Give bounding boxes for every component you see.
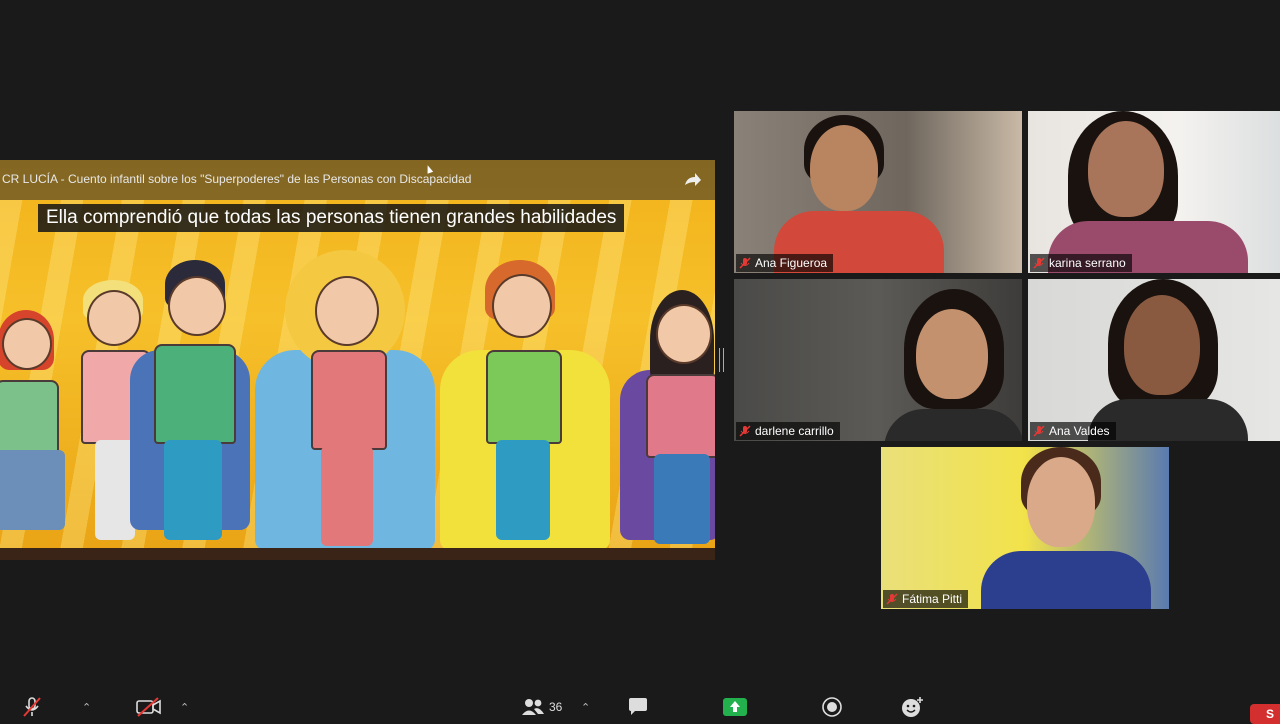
- participants-icon: [522, 699, 544, 715]
- video-off-icon: [136, 697, 161, 717]
- video-title: CR LUCÍA - Cuento infantil sobre los "Su…: [2, 172, 472, 186]
- participant-tile[interactable]: darlene carrillo: [734, 279, 1022, 441]
- illustration-kid-3: [130, 260, 250, 560]
- video-options-caret[interactable]: ⌃: [180, 696, 189, 718]
- participant-tile[interactable]: Fátima Pitti: [881, 447, 1169, 609]
- participant-name-tag: Ana Valdes: [1030, 422, 1116, 440]
- video-title-bar: CR LUCÍA - Cuento infantil sobre los "Su…: [0, 160, 715, 200]
- mute-button[interactable]: [22, 696, 42, 718]
- participant-name: Fátima Pitti: [902, 592, 963, 606]
- shared-screen: CR LUCÍA - Cuento infantil sobre los "Su…: [0, 160, 715, 560]
- reactions-icon: [902, 697, 923, 717]
- start-video-button[interactable]: [136, 696, 162, 718]
- stage-floor: [0, 548, 715, 560]
- participant-name-tag: karina serrano: [1030, 254, 1132, 272]
- illustration-kid-1: [0, 310, 70, 560]
- participant-name-tag: Fátima Pitti: [883, 590, 969, 608]
- mic-muted-icon: [1033, 425, 1045, 437]
- participant-name: karina serrano: [1049, 256, 1126, 270]
- record-icon: [822, 697, 842, 717]
- illustration-kid-6: [620, 290, 715, 560]
- participants-button[interactable]: 36: [521, 696, 562, 718]
- mic-muted-icon: [739, 425, 751, 437]
- participant-name: Ana Figueroa: [755, 256, 828, 270]
- record-button[interactable]: [821, 696, 843, 718]
- share-screen-button[interactable]: [722, 696, 748, 718]
- resize-handle[interactable]: [719, 348, 724, 372]
- participant-count: 36: [549, 700, 563, 714]
- participant-name-tag: darlene carrillo: [736, 422, 840, 440]
- reactions-button[interactable]: [901, 696, 925, 718]
- participant-tile[interactable]: Ana Figueroa: [734, 111, 1022, 273]
- participant-tile[interactable]: karina serrano: [1028, 111, 1280, 273]
- share-arrow-icon[interactable]: [681, 170, 703, 192]
- participant-name-tag: Ana Figueroa: [736, 254, 834, 272]
- illustration-kid-5: [440, 260, 610, 560]
- chat-icon: [629, 698, 647, 715]
- chat-button[interactable]: [627, 696, 649, 718]
- meeting-toolbar: ⌃ ⌃ 36 ⌃: [0, 690, 1280, 720]
- participant-name: Ana Valdes: [1049, 424, 1110, 438]
- mic-muted-icon: [23, 697, 41, 717]
- illustration-kid-4: [255, 250, 435, 560]
- participants-options-caret[interactable]: ⌃: [581, 696, 590, 718]
- video-caption: Ella comprendió que todas las personas t…: [38, 204, 625, 232]
- audio-options-caret[interactable]: ⌃: [82, 696, 91, 718]
- share-screen-icon: [723, 698, 747, 716]
- mic-muted-icon: [739, 257, 751, 269]
- mic-muted-icon: [886, 593, 898, 605]
- participant-name: darlene carrillo: [755, 424, 834, 438]
- mic-muted-icon: [1033, 257, 1045, 269]
- end-meeting-button[interactable]: S: [1250, 704, 1280, 724]
- participant-tile[interactable]: Ana Valdes: [1028, 279, 1280, 441]
